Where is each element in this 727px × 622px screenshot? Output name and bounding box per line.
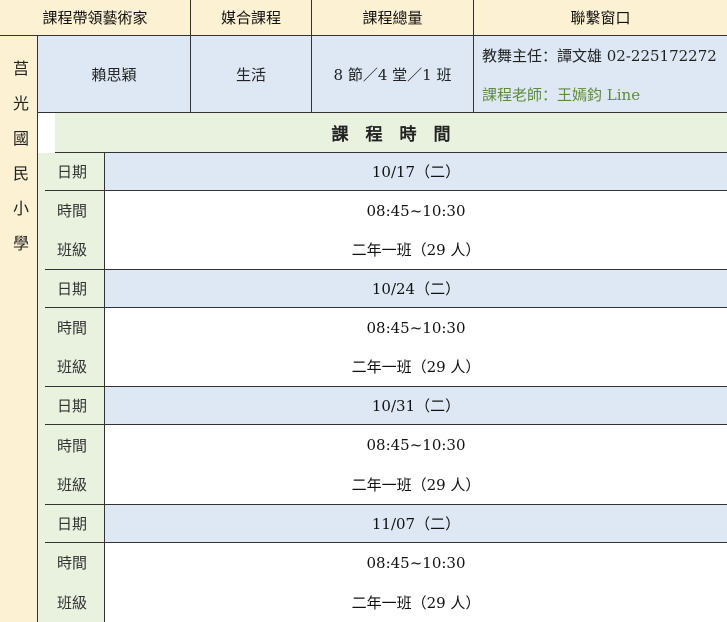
schedule-title-text: 課 程 時 間 [331,125,451,145]
session-time-text: 08:45~10:30 [366,553,466,572]
schedule-title: 課 程 時 間 [55,113,727,153]
session-date-text: 10/17（二） [371,163,461,181]
course-schedule-page: { "header": { "artist_label": "課程帶領藝術家",… [0,0,727,622]
class-label: 班級 [45,347,104,387]
class-label: 班級 [45,465,104,505]
class-label-text: 班級 [57,358,88,377]
course-total: 8 節／4 堂／1 班 [333,65,452,84]
class-label-text: 班級 [57,476,88,494]
session-time: 08:45~10:30 [104,425,727,465]
session-time-text: 08:45~10:30 [366,318,466,337]
date-label: 日期 [45,270,104,308]
artist-cell: 賴思穎 [38,36,191,113]
session-class-text: 二年一班（29 人） [351,358,481,377]
time-label: 時間 [45,308,104,348]
session-date: 11/07（二） [104,505,727,543]
contact-director: 教舞主任：譚文雄 02-225172272 [482,47,717,65]
session-class: 二年一班（29 人） [104,465,727,505]
header-contact-label: 聯繫窗口 [570,9,631,27]
session-class-text: 二年一班（29 人） [351,593,481,612]
session-date: 10/24（二） [104,270,727,308]
session-class-text: 二年一班（29 人） [351,476,481,494]
session-time: 08:45~10:30 [104,543,727,583]
school-column: 莒光國民小學 [0,36,38,622]
time-label-text: 時間 [57,436,88,455]
time-label: 時間 [45,543,104,583]
session-date-text: 10/24（二） [371,280,461,298]
time-label: 時間 [45,191,104,231]
session-date: 10/31（二） [104,387,727,425]
date-label-text: 日期 [57,397,88,415]
school-name: 莒光國民小學 [10,60,29,270]
time-label-text: 時間 [57,319,88,338]
contact-teacher: 課程老師：王嫣鈞 Line [482,86,641,104]
session-date-text: 10/31（二） [371,397,461,415]
header-artist: 課程帶領藝術家 [0,0,191,36]
date-label: 日期 [45,153,104,191]
class-label-text: 班級 [57,241,88,260]
session-time: 08:45~10:30 [104,191,727,231]
time-label-text: 時間 [57,554,88,573]
class-label: 班級 [45,230,104,270]
session-class: 二年一班（29 人） [104,347,727,387]
session-time-text: 08:45~10:30 [366,201,466,220]
header-course-label: 媒合課程 [220,9,281,27]
date-label: 日期 [45,387,104,425]
date-label: 日期 [45,505,104,543]
date-label-text: 日期 [57,280,88,298]
date-label-text: 日期 [57,163,88,181]
total-cell: 8 節／4 堂／1 班 [312,36,474,113]
header-contact: 聯繫窗口 [474,0,727,36]
time-label-text: 時間 [57,202,88,221]
session-time: 08:45~10:30 [104,308,727,348]
contact-cell: 教舞主任：譚文雄 02-225172272 課程老師：王嫣鈞 Line [474,36,727,113]
class-label: 班級 [45,582,104,622]
course-cell: 生活 [191,36,312,113]
header-total-label: 課程總量 [362,9,423,27]
header-total: 課程總量 [312,0,474,36]
time-label: 時間 [45,425,104,465]
session-time-text: 08:45~10:30 [366,436,466,454]
session-class: 二年一班（29 人） [104,230,727,270]
header-artist-label: 課程帶領藝術家 [42,9,148,27]
header-course: 媒合課程 [191,0,312,36]
session-class-text: 二年一班（29 人） [351,241,481,260]
session-date: 10/17（二） [104,153,727,191]
class-label-text: 班級 [57,593,88,612]
date-label-text: 日期 [57,515,88,533]
session-class: 二年一班（29 人） [104,582,727,622]
session-date-text: 11/07（二） [371,515,461,533]
artist-name: 賴思穎 [91,65,137,84]
course-name: 生活 [235,65,266,84]
